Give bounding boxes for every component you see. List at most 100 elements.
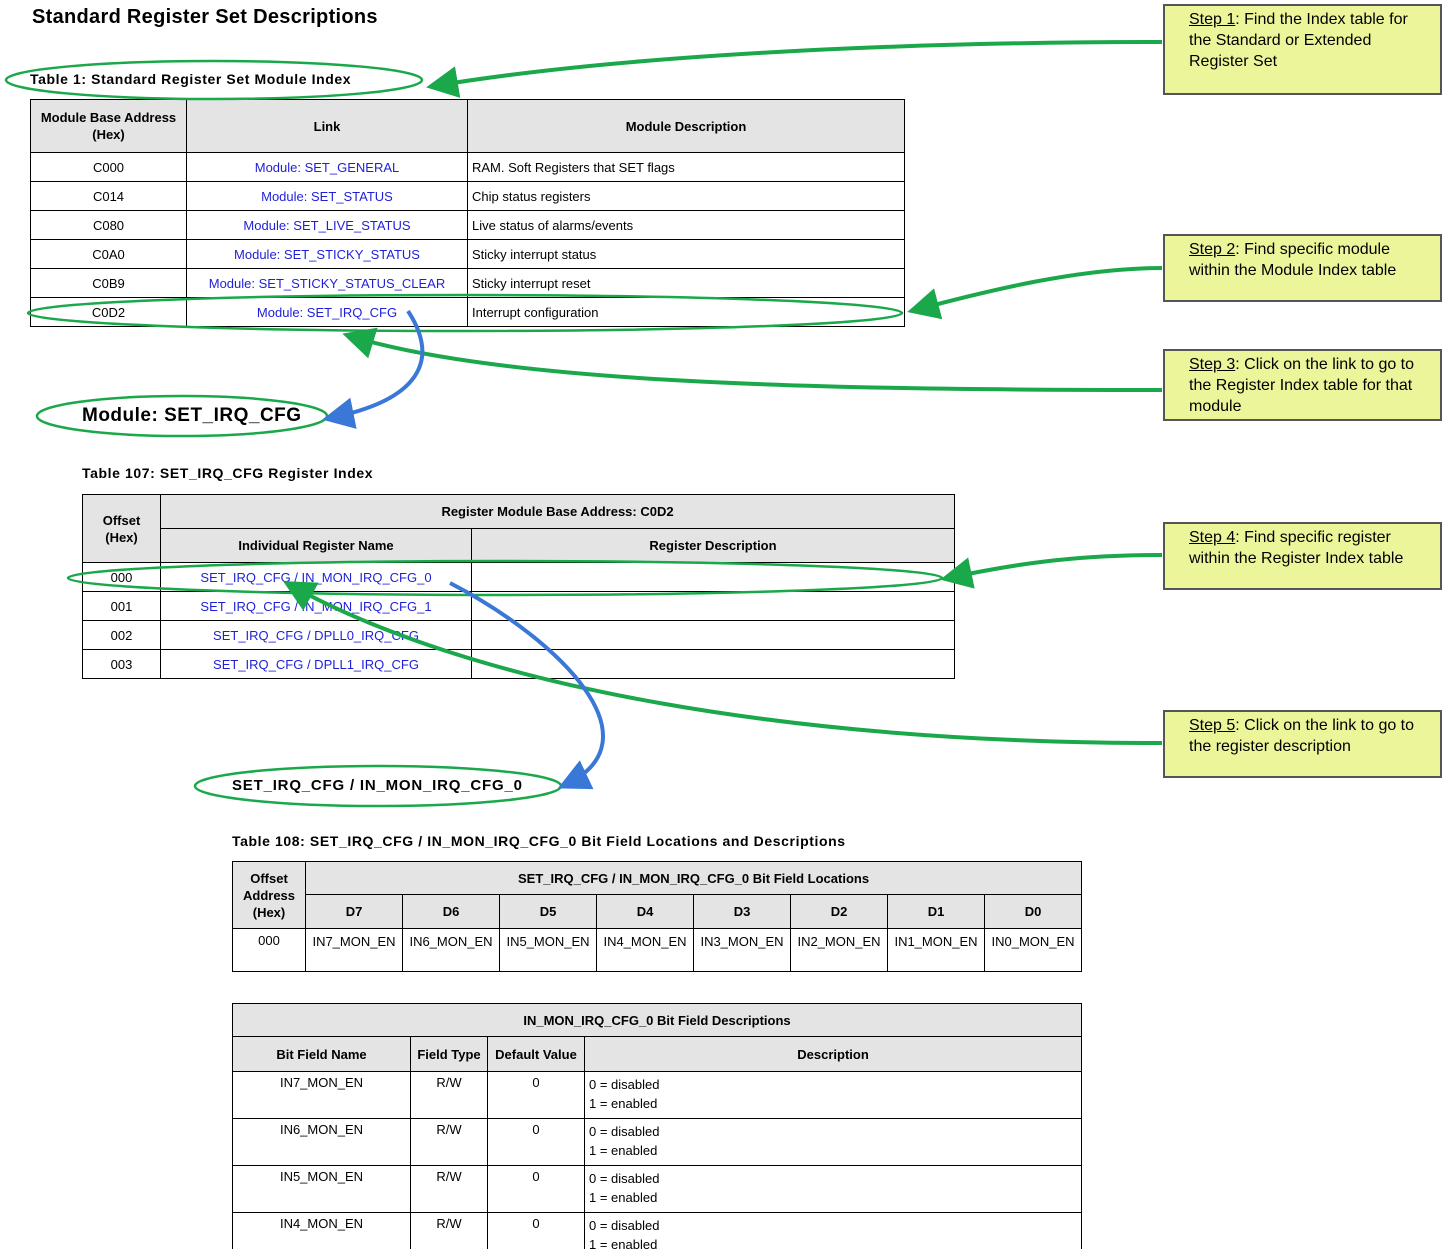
- bit-field-name-cell: IN7_MON_EN: [232, 1071, 411, 1119]
- base-address-cell: C0A0: [30, 239, 187, 269]
- module-link[interactable]: Module: SET_STATUS: [186, 181, 468, 211]
- module-link[interactable]: Module: SET_STICKY_STATUS_CLEAR: [186, 268, 468, 298]
- register-link[interactable]: SET_IRQ_CFG / DPLL1_IRQ_CFG: [160, 649, 472, 679]
- table-row: 000 SET_IRQ_CFG / IN_MON_IRQ_CFG_0: [82, 562, 956, 592]
- description-cell: 0 = disabled 1 = enabled: [583, 1165, 1082, 1213]
- link-to-module-arrow: [322, 309, 425, 429]
- step4-note: Step 4: Find specific register within th…: [1163, 522, 1442, 590]
- default-value-cell: 0: [487, 1165, 585, 1213]
- bit-header: D2: [790, 894, 888, 929]
- bit-field-cell: IN0_MON_EN: [983, 928, 1083, 972]
- base-address-cell: C080: [30, 210, 187, 240]
- field-type-cell: R/W: [410, 1071, 488, 1119]
- col-header-field-type: Field Type: [410, 1036, 488, 1072]
- field-type-cell: R/W: [410, 1165, 488, 1213]
- table-row: C080 Module: SET_LIVE_STATUS Live status…: [30, 210, 905, 240]
- step2-arrow: [907, 266, 1163, 320]
- module-heading: Module: SET_IRQ_CFG: [82, 405, 302, 426]
- module-link[interactable]: Module: SET_IRQ_CFG: [186, 297, 468, 327]
- table-row: C0D2 Module: SET_IRQ_CFG Interrupt confi…: [30, 297, 905, 327]
- table-row: C0A0 Module: SET_STICKY_STATUS Sticky in…: [30, 239, 905, 269]
- base-address-cell: C0D2: [30, 297, 187, 327]
- col-header-description: Description: [583, 1036, 1082, 1072]
- col-header-base-address: Module Base Address (Hex): [30, 99, 187, 153]
- default-value-cell: 0: [487, 1071, 585, 1119]
- step3-label: Step 3: [1189, 356, 1236, 373]
- description-cell: 0 = disabled 1 = enabled: [583, 1118, 1082, 1166]
- module-link[interactable]: Module: SET_GENERAL: [186, 152, 468, 182]
- description-line: 1 = enabled: [589, 1096, 658, 1111]
- module-description-cell: Live status of alarms/events: [467, 210, 905, 240]
- description-cell: 0 = disabled 1 = enabled: [583, 1212, 1082, 1249]
- table-row: IN7_MON_EN R/W 0 0 = disabled 1 = enabled: [232, 1071, 1082, 1119]
- col-header-bit-field-name: Bit Field Name: [232, 1036, 411, 1072]
- table1-caption: Table 1: Standard Register Set Module In…: [30, 71, 352, 87]
- table-row: 002 SET_IRQ_CFG / DPLL0_IRQ_CFG: [82, 620, 956, 650]
- register-link[interactable]: SET_IRQ_CFG / IN_MON_IRQ_CFG_1: [160, 591, 472, 621]
- register-link[interactable]: SET_IRQ_CFG / IN_MON_IRQ_CFG_0: [160, 562, 472, 592]
- bit-field-name-cell: IN5_MON_EN: [232, 1165, 411, 1213]
- module-link[interactable]: Module: SET_STICKY_STATUS: [186, 239, 468, 269]
- table-row: C0B9 Module: SET_STICKY_STATUS_CLEAR Sti…: [30, 268, 905, 298]
- desc-table-title: IN_MON_IRQ_CFG_0 Bit Field Descriptions: [232, 1003, 1082, 1037]
- description-line: 1 = enabled: [589, 1190, 658, 1205]
- step1-label: Step 1: [1189, 11, 1236, 28]
- module-description-cell: Sticky interrupt status: [467, 239, 905, 269]
- description-line: 0 = disabled: [589, 1218, 660, 1233]
- module-link[interactable]: Module: SET_LIVE_STATUS: [186, 210, 468, 240]
- description-cell: 0 = disabled 1 = enabled: [583, 1071, 1082, 1119]
- table-row: 003 SET_IRQ_CFG / DPLL1_IRQ_CFG: [82, 649, 956, 679]
- table-row: IN6_MON_EN R/W 0 0 = disabled 1 = enabled: [232, 1118, 1082, 1166]
- register-description-cell: [470, 591, 956, 621]
- offset-cell: 002: [82, 620, 161, 650]
- step1-arrow: [426, 40, 1163, 98]
- step5-note: Step 5: Click on the link to go to the r…: [1163, 710, 1442, 778]
- description-line: 0 = disabled: [589, 1077, 660, 1092]
- col-header-register-name: Individual Register Name: [160, 528, 472, 563]
- bit-field-locations-table: Offset Address (Hex) SET_IRQ_CFG / IN_MO…: [232, 861, 1083, 972]
- col-header-module-description: Module Description: [467, 99, 905, 153]
- bit-header: D4: [596, 894, 694, 929]
- table-row: IN4_MON_EN R/W 0 0 = disabled 1 = enabled: [232, 1212, 1082, 1249]
- description-line: 0 = disabled: [589, 1171, 660, 1186]
- offset-cell: 001: [82, 591, 161, 621]
- offset-cell: 003: [82, 649, 161, 679]
- bit-field-descriptions-table: IN_MON_IRQ_CFG_0 Bit Field Descriptions …: [232, 1003, 1082, 1249]
- step3-arrow: [342, 327, 1163, 392]
- base-address-cell: C014: [30, 181, 187, 211]
- bit-header: D1: [887, 894, 985, 929]
- module-description-cell: Sticky interrupt reset: [467, 268, 905, 298]
- register-link[interactable]: SET_IRQ_CFG / DPLL0_IRQ_CFG: [160, 620, 472, 650]
- description-line: 1 = enabled: [589, 1143, 658, 1158]
- bit-field-cell: IN5_MON_EN: [499, 928, 597, 972]
- base-address-cell: C000: [30, 152, 187, 182]
- step2-label: Step 2: [1189, 241, 1236, 258]
- step4-label: Step 4: [1189, 529, 1236, 546]
- step1-note: Step 1: Find the Index table for the Sta…: [1163, 4, 1442, 95]
- bit-header: D0: [983, 894, 1083, 929]
- col-header-group: Register Module Base Address: C0D2: [159, 494, 956, 529]
- register-description-cell: [470, 649, 956, 679]
- col-header-register-description: Register Description: [470, 528, 956, 563]
- step5-label: Step 5: [1189, 717, 1236, 734]
- bit-header: D6: [402, 894, 500, 929]
- module-description-cell: Chip status registers: [467, 181, 905, 211]
- col-header-bit-locations: SET_IRQ_CFG / IN_MON_IRQ_CFG_0 Bit Field…: [304, 861, 1083, 895]
- bit-header: D7: [305, 894, 403, 929]
- step3-note: Step 3: Click on the link to go to the R…: [1163, 349, 1442, 421]
- register-description-cell: [470, 620, 956, 650]
- field-type-cell: R/W: [410, 1118, 488, 1166]
- register-heading: SET_IRQ_CFG / IN_MON_IRQ_CFG_0: [232, 777, 523, 794]
- module-description-cell: Interrupt configuration: [467, 297, 905, 327]
- register-index-table: Offset (Hex) Register Module Base Addres…: [82, 494, 956, 679]
- bit-field-cell: IN1_MON_EN: [887, 928, 985, 972]
- module-description-cell: RAM. Soft Registers that SET flags: [467, 152, 905, 182]
- bit-field-name-cell: IN4_MON_EN: [232, 1212, 411, 1249]
- col-header-default-value: Default Value: [487, 1036, 585, 1072]
- bit-field-cell: IN2_MON_EN: [790, 928, 888, 972]
- default-value-cell: 0: [487, 1212, 585, 1249]
- description-line: 1 = enabled: [589, 1237, 658, 1249]
- table-row: C000 Module: SET_GENERAL RAM. Soft Regis…: [30, 152, 905, 182]
- description-line: 0 = disabled: [589, 1124, 660, 1139]
- table-row: 000 IN7_MON_EN IN6_MON_EN IN5_MON_EN IN4…: [232, 928, 1083, 972]
